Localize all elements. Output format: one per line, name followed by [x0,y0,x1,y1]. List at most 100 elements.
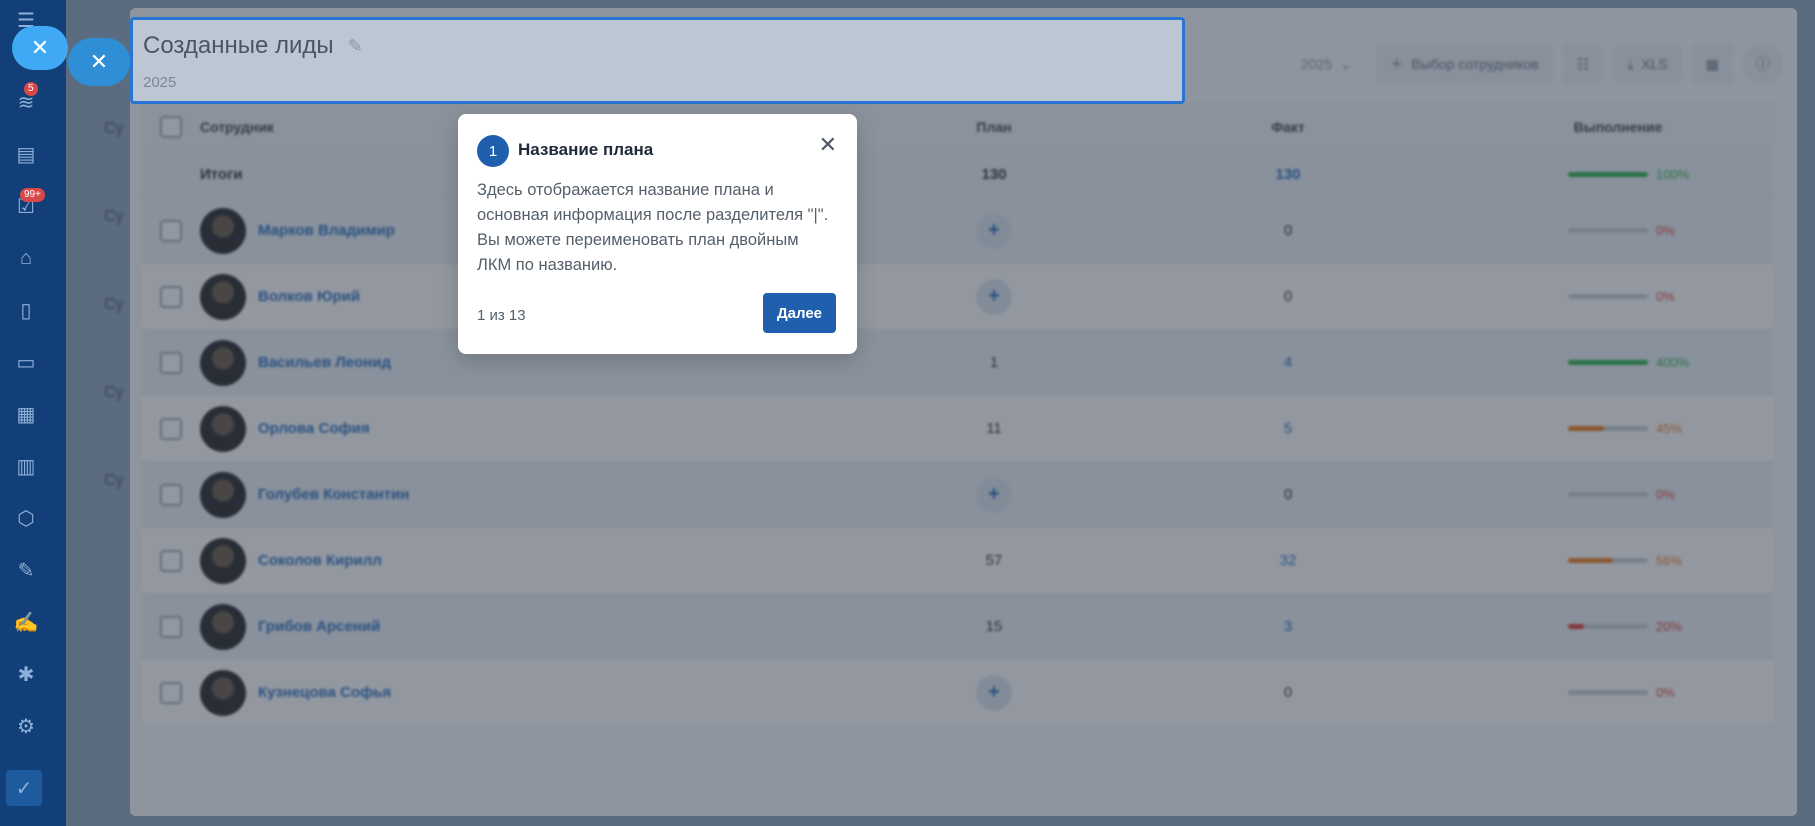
row-checkbox[interactable] [160,219,182,242]
step-number: 1 [477,135,509,167]
table-row: Голубев Константин +0 0% [142,462,1774,528]
avatar [200,471,246,518]
tour-popover: 1 Название плана ✕ Здесь отображается на… [458,114,857,354]
plan-subtitle: 2025 [143,74,177,91]
employee-name[interactable]: Кузнецова Софья [258,684,391,701]
download-icon: ⤓ [1627,55,1634,72]
fact-value[interactable]: 5 [1238,420,1338,437]
check-icon[interactable]: ✓ [6,770,42,806]
fact-value[interactable]: 32 [1238,552,1338,569]
employee-name[interactable]: Грибов Арсений [258,618,380,635]
execution-pct: 0% [1656,289,1675,304]
row-checkbox[interactable] [160,615,182,638]
plan-panel: 2025 ⌄ ＋ Выбор сотрудников ☷ ⤓ XLS ▦ ⓘ С… [130,8,1797,816]
popover-title: Название плана [518,140,654,159]
avatar [200,339,246,386]
close-button[interactable]: ✕ [12,26,68,70]
calendar-icon[interactable]: ▦ [12,400,40,428]
next-button[interactable]: Далее [763,293,836,333]
plan-value: 15 [985,618,1003,635]
plan-title-highlight[interactable]: Созданные лиды ✎ 2025 [130,17,1185,104]
export-xls-button[interactable]: ⤓ XLS [1613,44,1682,84]
add-plan-button[interactable]: + [976,476,1012,513]
chart-icon[interactable]: ▥ [12,452,40,480]
add-plan-button[interactable]: + [976,674,1012,711]
plan-value: 57 [985,552,1003,569]
execution-cell: 45% [1568,421,1682,436]
row-checkbox[interactable] [160,483,182,506]
totals-plan: 130 [981,166,1007,183]
row-checkbox[interactable] [160,681,182,704]
bg-text: Су [104,120,124,137]
select-employees-label: Выбор сотрудников [1411,56,1539,72]
hexagon-icon[interactable]: ⬡ [12,504,40,532]
fact-value[interactable]: 4 [1238,354,1338,371]
execution-cell: 0% [1568,223,1675,238]
employee-name[interactable]: Марков Владимир [258,222,395,239]
totals-fact[interactable]: 130 [1238,166,1338,183]
pencil-icon[interactable]: ✎ [348,36,363,57]
fact-value: 0 [1283,288,1293,305]
execution-pct: 45% [1656,421,1683,436]
export-label: XLS [1641,56,1668,72]
file-icon[interactable]: ▯ [12,296,40,324]
close-icon[interactable]: ✕ [819,132,837,158]
year-select[interactable]: 2025 ⌄ [1287,44,1366,84]
employee-name[interactable]: Волков Юрий [258,288,360,305]
execution-cell: 0% [1568,685,1675,700]
secondary-close-button[interactable]: ✕ [68,38,130,86]
row-checkbox[interactable] [160,285,182,308]
grid-icon: ▦ [1705,55,1719,72]
select-employees-button[interactable]: ＋ Выбор сотрудников [1375,44,1553,84]
select-all-checkbox[interactable] [160,116,182,138]
totals-row: Итоги 130 130 100% [142,152,1774,198]
sign-icon[interactable]: ✍ [12,608,40,636]
avatar [200,273,246,320]
employee-name[interactable]: Соколов Кирилл [258,552,382,569]
fact-value: 0 [1283,222,1293,239]
edit-doc-icon[interactable]: ✎ [12,556,40,584]
add-plan-button[interactable]: + [976,278,1012,315]
document-icon[interactable]: ▤ [12,140,40,168]
row-checkbox[interactable] [160,549,182,572]
plan-value: 1 [989,354,999,371]
progress-bar [1568,492,1648,497]
row-checkbox[interactable] [160,351,182,374]
popover-body: Здесь отображается название плана и осно… [477,181,829,274]
table-row: Васильев Леонид 1 4 400% [142,330,1774,396]
settings-icon[interactable]: ⚙ [12,712,40,740]
avatar [200,207,246,254]
year-value: 2025 [1300,56,1333,72]
employees-table: Сотрудник План Факт Выполнение Итоги 130… [142,102,1774,752]
totals-pct: 100% [1656,167,1690,182]
chevron-down-icon: ⌄ [1339,55,1352,72]
bug-icon[interactable]: ✱ [12,660,40,688]
execution-cell: 0% [1568,289,1675,304]
header-fact: Факт [1271,119,1305,135]
fact-value: 0 [1283,486,1293,503]
warehouse-icon[interactable]: ⌂ [12,244,40,272]
plan-title[interactable]: Созданные лиды [143,32,334,60]
info-button[interactable]: ⓘ [1743,44,1783,84]
execution-cell: 400% [1568,355,1689,370]
employee-name[interactable]: Васильев Леонид [258,354,391,371]
grid-view-button[interactable]: ▦ [1691,44,1733,84]
presentation-icon[interactable]: ▭ [12,348,40,376]
progress-bar [1568,690,1648,695]
progress-bar [1568,558,1648,563]
totals-execution: 100% [1568,167,1689,182]
plan-value: 11 [986,420,1002,437]
execution-pct: 56% [1656,553,1683,568]
add-plan-button[interactable]: + [976,212,1012,249]
execution-pct: 0% [1656,487,1675,502]
step-counter: 1 из 13 [477,307,526,324]
execution-pct: 0% [1656,685,1675,700]
bg-text: Су [104,384,124,401]
info-icon: ⓘ [1756,56,1770,72]
row-checkbox[interactable] [160,417,182,440]
fact-value[interactable]: 3 [1238,618,1338,635]
employee-name[interactable]: Голубев Константин [258,486,409,503]
bg-text: Су [104,208,124,225]
employee-name[interactable]: Орлова София [258,420,370,437]
filters-button[interactable]: ☷ [1562,44,1604,84]
